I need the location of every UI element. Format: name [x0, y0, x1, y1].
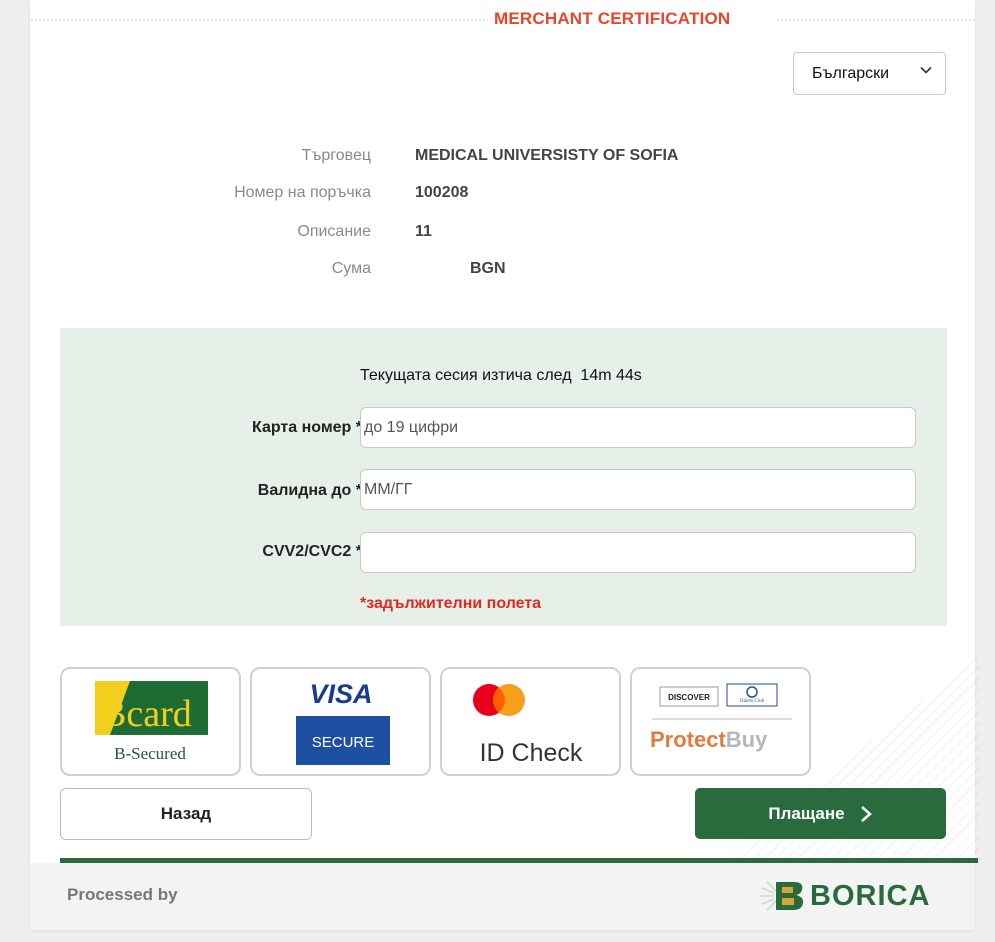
language-selected-value: Български — [812, 64, 890, 82]
mastercard-logo: ID Check — [473, 684, 583, 767]
bcard-secured-badge: Bcard B-Secured — [60, 667, 241, 776]
description-value: 11 — [415, 223, 432, 240]
page-title: MERCHANT CERTIFICATION — [494, 9, 731, 28]
bcard-logo: Bcard B-Secured — [95, 681, 208, 763]
visa-logo-text: VISA — [309, 679, 372, 709]
card-number-label: Карта номер * — [251, 419, 362, 436]
card-number-input[interactable] — [360, 407, 916, 448]
session-timer: Текущата сесия изтича след 14m 44s — [360, 367, 642, 384]
required-fields-note: *задължителни полета — [360, 595, 542, 612]
mastercard-id-check-badge: ID Check — [440, 667, 621, 776]
borica-logo: BORICA — [758, 879, 930, 913]
merchant-value: MEDICAL UNIVERSISTY OF SOFIA — [415, 147, 679, 164]
chevron-right-icon — [860, 805, 872, 822]
discover-logo-text: DISCOVER — [668, 693, 710, 702]
diners-logo-text: Diners Club — [740, 699, 765, 704]
protectbuy-logo: DISCOVER Diners Club ProtectBuy — [650, 683, 792, 752]
order-number-label: Номер на поръчка — [234, 184, 371, 201]
expiry-input[interactable] — [360, 469, 916, 510]
header-dots-right — [776, 18, 975, 22]
merchant-row: Търговец MEDICAL UNIVERSISTY OF SOFIA — [0, 147, 995, 169]
merchant-label: Търговец — [301, 147, 371, 164]
order-number-value: 100208 — [415, 184, 469, 201]
borica-wordmark: BORICA — [810, 879, 931, 912]
visa-logo: VISA SECURE — [296, 679, 390, 765]
amount-currency: BGN — [470, 260, 506, 277]
amount-row: Сума BGN — [0, 260, 995, 282]
bcard-logo-text: Bcard — [101, 693, 192, 735]
mastercard-caption: ID Check — [480, 739, 583, 767]
language-select[interactable]: Български — [793, 52, 946, 95]
protectbuy-badge: DISCOVER Diners Club ProtectBuy — [630, 667, 811, 776]
chevron-down-icon — [920, 66, 932, 74]
pay-button-label: Плащане — [768, 803, 845, 823]
processed-by-label: Processed by — [67, 885, 178, 904]
visa-secure-badge: VISA SECURE — [250, 667, 431, 776]
amount-label: Сума — [331, 260, 371, 277]
cvv-input[interactable] — [360, 532, 916, 573]
protectbuy-caption: ProtectBuy — [650, 727, 768, 752]
back-button[interactable]: Назад — [60, 788, 312, 840]
cvv-label: CVV2/CVC2 * — [262, 543, 362, 560]
description-row: Описание 11 — [0, 223, 995, 245]
expiry-label: Валидна до * — [257, 482, 362, 499]
borica-emblem-icon — [760, 881, 804, 911]
header-dots-left — [30, 18, 488, 22]
description-label: Описание — [297, 223, 371, 240]
bcard-caption: B-Secured — [114, 744, 186, 763]
order-number-row: Номер на поръчка 100208 — [0, 184, 995, 206]
visa-caption: SECURE — [312, 734, 375, 751]
pay-button[interactable]: Плащане — [695, 788, 946, 839]
